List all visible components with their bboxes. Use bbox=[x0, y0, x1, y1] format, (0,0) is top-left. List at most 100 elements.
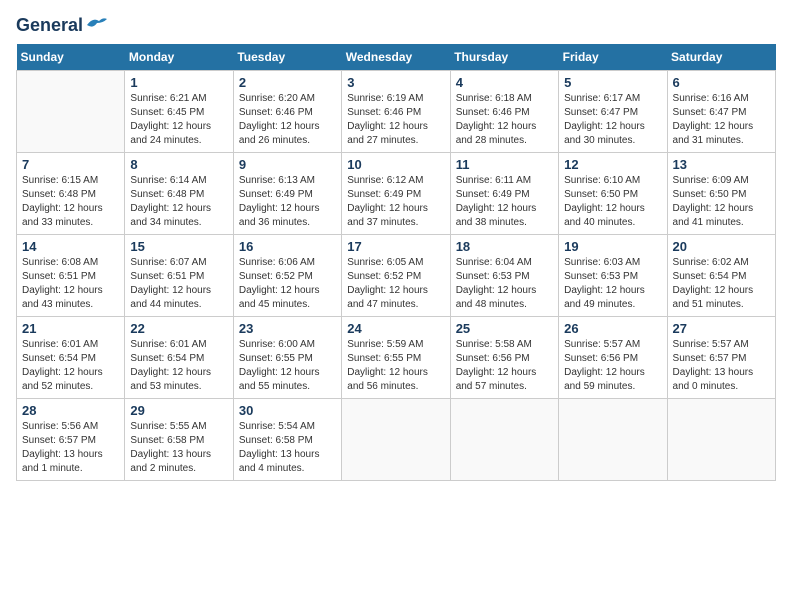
day-number: 29 bbox=[130, 403, 227, 418]
calendar-cell: 13 Sunrise: 6:09 AM Sunset: 6:50 PM Dayli… bbox=[667, 152, 775, 234]
day-number: 3 bbox=[347, 75, 444, 90]
day-info: Sunrise: 6:04 AM Sunset: 6:53 PM Dayligh… bbox=[456, 256, 553, 312]
days-header-row: SundayMondayTuesdayWednesdayThursdayFrid… bbox=[17, 44, 776, 71]
calendar-cell: 12 Sunrise: 6:10 AM Sunset: 6:50 PM Dayli… bbox=[559, 152, 667, 234]
day-number: 26 bbox=[564, 321, 661, 336]
day-info: Sunrise: 6:17 AM Sunset: 6:47 PM Dayligh… bbox=[564, 92, 661, 148]
calendar-cell: 30 Sunrise: 5:54 AM Sunset: 6:58 PM Dayli… bbox=[233, 398, 341, 480]
calendar-cell: 8Sunrise: 6:14 AM Sunset: 6:48 PM Daylig… bbox=[125, 152, 233, 234]
day-info: Sunrise: 6:11 AM Sunset: 6:49 PM Dayligh… bbox=[456, 174, 553, 230]
day-number: 28 bbox=[22, 403, 119, 418]
calendar-cell: 16 Sunrise: 6:06 AM Sunset: 6:52 PM Dayli… bbox=[233, 234, 341, 316]
calendar-cell: 7 Sunrise: 6:15 AM Sunset: 6:48 PM Daylig… bbox=[17, 152, 125, 234]
day-number: 23 bbox=[239, 321, 336, 336]
calendar-cell: 21 Sunrise: 6:01 AM Sunset: 6:54 PM Dayli… bbox=[17, 316, 125, 398]
day-info: Sunrise: 6:18 AM Sunset: 6:46 PM Dayligh… bbox=[456, 92, 553, 148]
day-number: 25 bbox=[456, 321, 553, 336]
calendar-cell: 14Sunrise: 6:08 AM Sunset: 6:51 PM Dayli… bbox=[17, 234, 125, 316]
calendar-cell: 24 Sunrise: 5:59 AM Sunset: 6:55 PM Dayli… bbox=[342, 316, 450, 398]
day-info: Sunrise: 6:00 AM Sunset: 6:55 PM Dayligh… bbox=[239, 338, 336, 394]
calendar-cell: 22 Sunrise: 6:01 AM Sunset: 6:54 PM Dayli… bbox=[125, 316, 233, 398]
calendar-cell: 4 Sunrise: 6:18 AM Sunset: 6:46 PM Daylig… bbox=[450, 70, 558, 152]
calendar-cell: 27 Sunrise: 5:57 AM Sunset: 6:57 PM Dayli… bbox=[667, 316, 775, 398]
logo: General bbox=[16, 16, 107, 36]
day-info: Sunrise: 6:16 AM Sunset: 6:47 PM Dayligh… bbox=[673, 92, 770, 148]
day-header-thursday: Thursday bbox=[450, 44, 558, 71]
day-number: 10 bbox=[347, 157, 444, 172]
day-number: 12 bbox=[564, 157, 661, 172]
day-info: Sunrise: 6:08 AM Sunset: 6:51 PM Dayligh… bbox=[22, 256, 119, 312]
week-row-2: 7 Sunrise: 6:15 AM Sunset: 6:48 PM Daylig… bbox=[17, 152, 776, 234]
day-info: Sunrise: 6:01 AM Sunset: 6:54 PM Dayligh… bbox=[22, 338, 119, 394]
week-row-4: 21 Sunrise: 6:01 AM Sunset: 6:54 PM Dayli… bbox=[17, 316, 776, 398]
day-number: 8 bbox=[130, 157, 227, 172]
day-number: 22 bbox=[130, 321, 227, 336]
day-info: Sunrise: 5:58 AM Sunset: 6:56 PM Dayligh… bbox=[456, 338, 553, 394]
day-number: 24 bbox=[347, 321, 444, 336]
calendar-cell bbox=[17, 70, 125, 152]
day-info: Sunrise: 6:21 AM Sunset: 6:45 PM Dayligh… bbox=[130, 92, 227, 148]
day-header-saturday: Saturday bbox=[667, 44, 775, 71]
day-number: 16 bbox=[239, 239, 336, 254]
day-info: Sunrise: 6:07 AM Sunset: 6:51 PM Dayligh… bbox=[130, 256, 227, 312]
day-info: Sunrise: 5:56 AM Sunset: 6:57 PM Dayligh… bbox=[22, 420, 119, 476]
day-info: Sunrise: 5:55 AM Sunset: 6:58 PM Dayligh… bbox=[130, 420, 227, 476]
calendar-cell: 20Sunrise: 6:02 AM Sunset: 6:54 PM Dayli… bbox=[667, 234, 775, 316]
week-row-5: 28 Sunrise: 5:56 AM Sunset: 6:57 PM Dayli… bbox=[17, 398, 776, 480]
calendar-cell bbox=[342, 398, 450, 480]
calendar-cell: 2Sunrise: 6:20 AM Sunset: 6:46 PM Daylig… bbox=[233, 70, 341, 152]
day-header-sunday: Sunday bbox=[17, 44, 125, 71]
calendar-cell: 28 Sunrise: 5:56 AM Sunset: 6:57 PM Dayli… bbox=[17, 398, 125, 480]
calendar-cell: 19Sunrise: 6:03 AM Sunset: 6:53 PM Dayli… bbox=[559, 234, 667, 316]
week-row-1: 1 Sunrise: 6:21 AM Sunset: 6:45 PM Daylig… bbox=[17, 70, 776, 152]
day-number: 9 bbox=[239, 157, 336, 172]
day-info: Sunrise: 6:20 AM Sunset: 6:46 PM Dayligh… bbox=[239, 92, 336, 148]
calendar-cell: 26Sunrise: 5:57 AM Sunset: 6:56 PM Dayli… bbox=[559, 316, 667, 398]
day-info: Sunrise: 6:15 AM Sunset: 6:48 PM Dayligh… bbox=[22, 174, 119, 230]
header: General bbox=[16, 16, 776, 36]
day-info: Sunrise: 6:01 AM Sunset: 6:54 PM Dayligh… bbox=[130, 338, 227, 394]
calendar-cell: 15Sunrise: 6:07 AM Sunset: 6:51 PM Dayli… bbox=[125, 234, 233, 316]
calendar-cell bbox=[667, 398, 775, 480]
day-number: 4 bbox=[456, 75, 553, 90]
calendar-cell: 1 Sunrise: 6:21 AM Sunset: 6:45 PM Daylig… bbox=[125, 70, 233, 152]
day-number: 7 bbox=[22, 157, 119, 172]
day-number: 20 bbox=[673, 239, 770, 254]
day-number: 27 bbox=[673, 321, 770, 336]
day-number: 18 bbox=[456, 239, 553, 254]
day-info: Sunrise: 6:06 AM Sunset: 6:52 PM Dayligh… bbox=[239, 256, 336, 312]
day-info: Sunrise: 6:12 AM Sunset: 6:49 PM Dayligh… bbox=[347, 174, 444, 230]
day-info: Sunrise: 6:05 AM Sunset: 6:52 PM Dayligh… bbox=[347, 256, 444, 312]
calendar-cell: 10 Sunrise: 6:12 AM Sunset: 6:49 PM Dayli… bbox=[342, 152, 450, 234]
day-number: 21 bbox=[22, 321, 119, 336]
day-number: 30 bbox=[239, 403, 336, 418]
calendar-cell: 9 Sunrise: 6:13 AM Sunset: 6:49 PM Daylig… bbox=[233, 152, 341, 234]
day-header-monday: Monday bbox=[125, 44, 233, 71]
calendar-cell: 6 Sunrise: 6:16 AM Sunset: 6:47 PM Daylig… bbox=[667, 70, 775, 152]
day-info: Sunrise: 6:19 AM Sunset: 6:46 PM Dayligh… bbox=[347, 92, 444, 148]
calendar-cell bbox=[450, 398, 558, 480]
calendar-cell: 5 Sunrise: 6:17 AM Sunset: 6:47 PM Daylig… bbox=[559, 70, 667, 152]
day-number: 17 bbox=[347, 239, 444, 254]
day-number: 11 bbox=[456, 157, 553, 172]
day-info: Sunrise: 5:57 AM Sunset: 6:57 PM Dayligh… bbox=[673, 338, 770, 394]
day-info: Sunrise: 5:54 AM Sunset: 6:58 PM Dayligh… bbox=[239, 420, 336, 476]
calendar-cell: 3 Sunrise: 6:19 AM Sunset: 6:46 PM Daylig… bbox=[342, 70, 450, 152]
calendar-table: SundayMondayTuesdayWednesdayThursdayFrid… bbox=[16, 44, 776, 481]
calendar-cell: 11 Sunrise: 6:11 AM Sunset: 6:49 PM Dayli… bbox=[450, 152, 558, 234]
day-info: Sunrise: 6:09 AM Sunset: 6:50 PM Dayligh… bbox=[673, 174, 770, 230]
calendar-cell: 29 Sunrise: 5:55 AM Sunset: 6:58 PM Dayli… bbox=[125, 398, 233, 480]
logo-general: General bbox=[16, 16, 83, 36]
calendar-cell: 18 Sunrise: 6:04 AM Sunset: 6:53 PM Dayli… bbox=[450, 234, 558, 316]
day-info: Sunrise: 5:59 AM Sunset: 6:55 PM Dayligh… bbox=[347, 338, 444, 394]
day-info: Sunrise: 6:10 AM Sunset: 6:50 PM Dayligh… bbox=[564, 174, 661, 230]
day-header-wednesday: Wednesday bbox=[342, 44, 450, 71]
day-info: Sunrise: 6:13 AM Sunset: 6:49 PM Dayligh… bbox=[239, 174, 336, 230]
day-info: Sunrise: 6:03 AM Sunset: 6:53 PM Dayligh… bbox=[564, 256, 661, 312]
day-number: 5 bbox=[564, 75, 661, 90]
day-number: 13 bbox=[673, 157, 770, 172]
day-number: 6 bbox=[673, 75, 770, 90]
logo-bird-icon bbox=[85, 15, 107, 33]
day-number: 1 bbox=[130, 75, 227, 90]
calendar-cell: 25 Sunrise: 5:58 AM Sunset: 6:56 PM Dayli… bbox=[450, 316, 558, 398]
